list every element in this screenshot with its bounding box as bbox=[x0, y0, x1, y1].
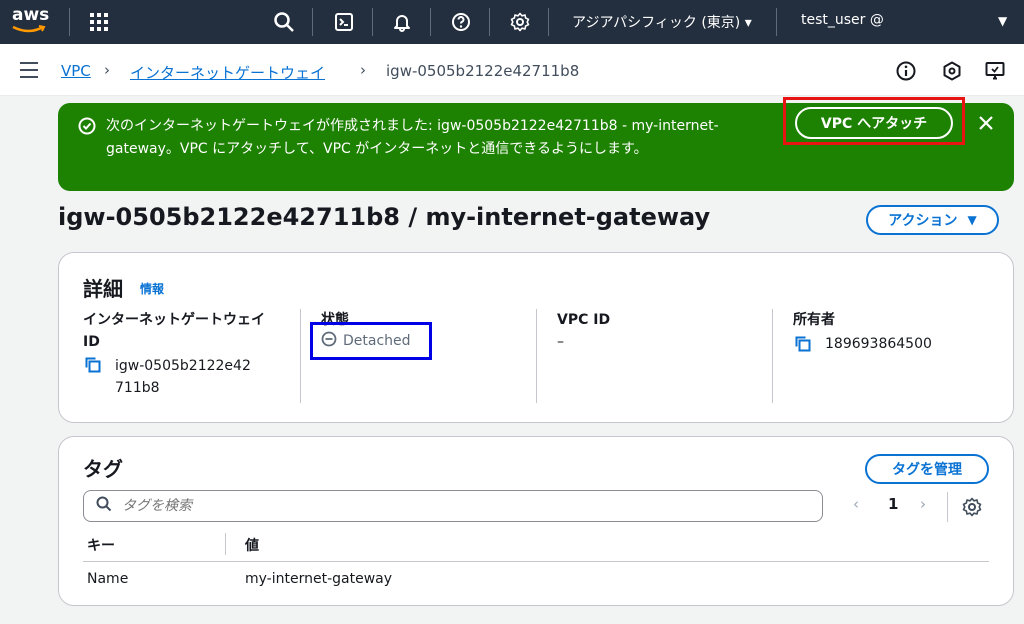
detail-label: VPC ID bbox=[557, 312, 611, 328]
next-page-icon[interactable]: › bbox=[920, 495, 926, 513]
details-info-link[interactable]: 情報 bbox=[140, 280, 164, 297]
divider bbox=[536, 309, 537, 403]
success-check-icon bbox=[78, 117, 96, 135]
detail-igw-id: インターネットゲートウェイ ID igw-0505b2122e42711b8 bbox=[83, 309, 279, 399]
highlight-annotation-red bbox=[783, 97, 965, 145]
divider bbox=[312, 8, 313, 36]
column-resizer[interactable] bbox=[225, 533, 226, 555]
igw-id-value: igw-0505b2122e42711b8 bbox=[115, 358, 251, 396]
chevron-right-icon: › bbox=[360, 61, 366, 79]
detail-label: インターネットゲートウェイ ID bbox=[83, 312, 265, 350]
search-icon bbox=[96, 496, 112, 516]
info-icon[interactable] bbox=[895, 60, 917, 82]
tag-search-input[interactable] bbox=[122, 498, 772, 514]
divider bbox=[947, 492, 948, 522]
details-container: 詳細 情報 インターネットゲートウェイ ID igw-0505b2122e427… bbox=[58, 252, 1014, 423]
page-title: igw-0505b2122e42711b8 / my-internet-gate… bbox=[58, 203, 711, 231]
caret-down-icon: ▼ bbox=[967, 213, 977, 227]
detail-vpc-id: VPC ID – bbox=[557, 309, 747, 353]
manage-tags-button[interactable]: タグを管理 bbox=[865, 454, 989, 484]
previous-page-icon[interactable]: ‹ bbox=[853, 495, 859, 513]
detail-owner: 所有者 189693864500 bbox=[793, 309, 993, 355]
breadcrumb-internet-gateways[interactable]: インターネットゲートウェイ bbox=[130, 62, 325, 83]
column-header-value[interactable]: 値 bbox=[245, 535, 259, 555]
divider bbox=[489, 8, 490, 36]
region-selector[interactable]: アジアパシフィック (東京) ▾ bbox=[572, 12, 752, 32]
services-grid-icon[interactable] bbox=[87, 10, 111, 34]
hamburger-menu-icon[interactable] bbox=[20, 62, 38, 78]
screen-share-icon[interactable] bbox=[984, 60, 1006, 82]
hexagon-settings-icon[interactable] bbox=[941, 60, 963, 82]
tag-search-field[interactable] bbox=[83, 490, 823, 522]
close-icon[interactable] bbox=[976, 113, 996, 133]
copy-icon[interactable] bbox=[793, 334, 813, 354]
tags-container: タグ タグを管理 ‹ 1 › キー 値 Name my-internet-gat… bbox=[58, 436, 1014, 606]
divider bbox=[548, 8, 549, 36]
cloudshell-icon[interactable] bbox=[332, 10, 356, 34]
detail-label: 所有者 bbox=[793, 312, 835, 328]
tag-value-cell: my-internet-gateway bbox=[245, 571, 393, 587]
divider bbox=[300, 309, 301, 403]
tags-title: タグ bbox=[83, 457, 123, 481]
table-preferences-gear-icon[interactable] bbox=[962, 497, 982, 517]
chevron-right-icon: › bbox=[104, 61, 110, 79]
account-menu[interactable]: test_user @ bbox=[801, 12, 884, 28]
divider bbox=[776, 8, 777, 36]
flash-message: 次のインターネットゲートウェイが作成されました: igw-0505b2122e4… bbox=[106, 118, 719, 157]
caret-down-icon[interactable]: ▼ bbox=[998, 14, 1007, 28]
current-page-number[interactable]: 1 bbox=[888, 495, 898, 513]
aws-logo[interactable]: aws bbox=[12, 6, 52, 38]
vpc-id-value: – bbox=[557, 334, 564, 350]
breadcrumb-current: igw-0505b2122e42711b8 bbox=[386, 62, 580, 80]
breadcrumb-vpc[interactable]: VPC bbox=[61, 62, 91, 80]
top-navigation-bar: aws アジアパシフィック (東京) ▾ test_user @ ▼ bbox=[0, 0, 1024, 44]
aws-logo-text: aws bbox=[12, 5, 50, 25]
divider bbox=[69, 8, 70, 36]
column-header-key[interactable]: キー bbox=[87, 535, 115, 555]
divider bbox=[430, 8, 431, 36]
settings-gear-icon[interactable] bbox=[508, 10, 532, 34]
help-icon[interactable] bbox=[449, 10, 473, 34]
details-title: 詳細 bbox=[83, 277, 123, 301]
actions-dropdown-button[interactable]: アクション ▼ bbox=[866, 205, 999, 235]
notifications-bell-icon[interactable] bbox=[390, 10, 414, 34]
actions-label: アクション bbox=[888, 213, 958, 229]
divider bbox=[83, 561, 989, 562]
divider bbox=[772, 309, 773, 403]
divider bbox=[372, 8, 373, 36]
owner-value: 189693864500 bbox=[825, 336, 932, 352]
breadcrumb-bar: VPC › インターネットゲートウェイ › igw-0505b2122e4271… bbox=[0, 44, 1024, 96]
tag-key-cell: Name bbox=[87, 571, 129, 587]
search-icon[interactable] bbox=[272, 10, 296, 34]
copy-icon[interactable] bbox=[83, 355, 103, 375]
highlight-annotation-blue bbox=[310, 322, 432, 360]
